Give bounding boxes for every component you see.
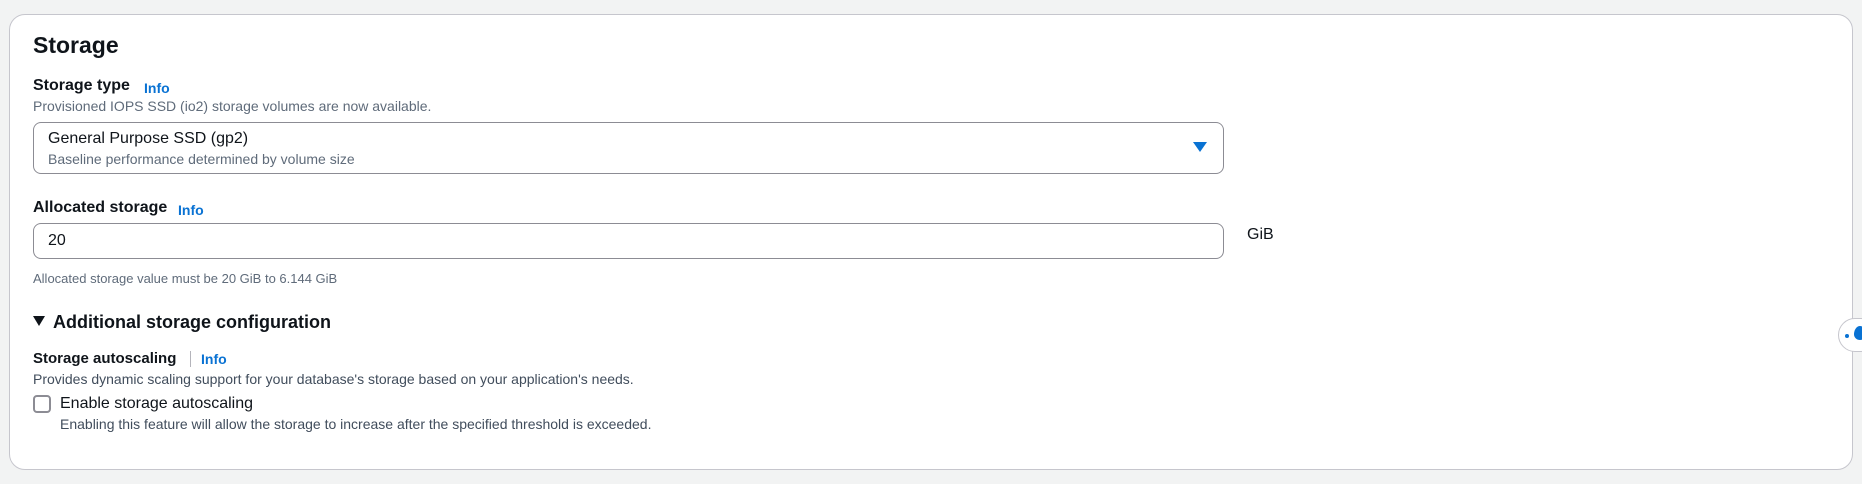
storage-panel: Storage Storage type Info Provisioned IO… <box>9 14 1853 470</box>
storage-type-label: Storage type <box>33 77 130 94</box>
allocated-storage-constraint: Allocated storage value must be 20 GiB t… <box>33 271 338 286</box>
label-divider <box>190 351 191 367</box>
caret-down-icon <box>1193 142 1207 152</box>
storage-type-info-link[interactable]: Info <box>144 80 170 96</box>
triangle-down-icon <box>33 316 45 327</box>
section-title: Storage <box>33 32 119 58</box>
storage-type-selected-value: General Purpose SSD (gp2) <box>48 130 249 147</box>
storage-type-select[interactable]: General Purpose SSD (gp2) Baseline perfo… <box>33 122 1224 174</box>
enable-autoscaling-label[interactable]: Enable storage autoscaling <box>60 395 253 413</box>
storage-autoscaling-info-link[interactable]: Info <box>201 351 227 367</box>
additional-storage-label: Additional storage configuration <box>53 312 331 332</box>
widget-dot-icon <box>1845 334 1849 338</box>
enable-autoscaling-checkbox[interactable] <box>33 395 51 413</box>
allocated-storage-unit: GiB <box>1247 226 1274 243</box>
allocated-storage-label: Allocated storage <box>33 199 168 216</box>
additional-storage-expander[interactable]: Additional storage configuration <box>33 312 331 333</box>
allocated-storage-info-link[interactable]: Info <box>178 202 204 218</box>
storage-type-selected-description: Baseline performance determined by volum… <box>48 151 355 167</box>
water-drop-icon <box>1854 326 1862 340</box>
enable-autoscaling-description: Enabling this feature will allow the sto… <box>60 416 652 432</box>
allocated-storage-input[interactable] <box>33 223 1224 259</box>
storage-type-description: Provisioned IOPS SSD (io2) storage volum… <box>33 98 432 114</box>
storage-autoscaling-label: Storage autoscaling <box>33 350 177 367</box>
storage-autoscaling-description: Provides dynamic scaling support for you… <box>33 371 634 387</box>
